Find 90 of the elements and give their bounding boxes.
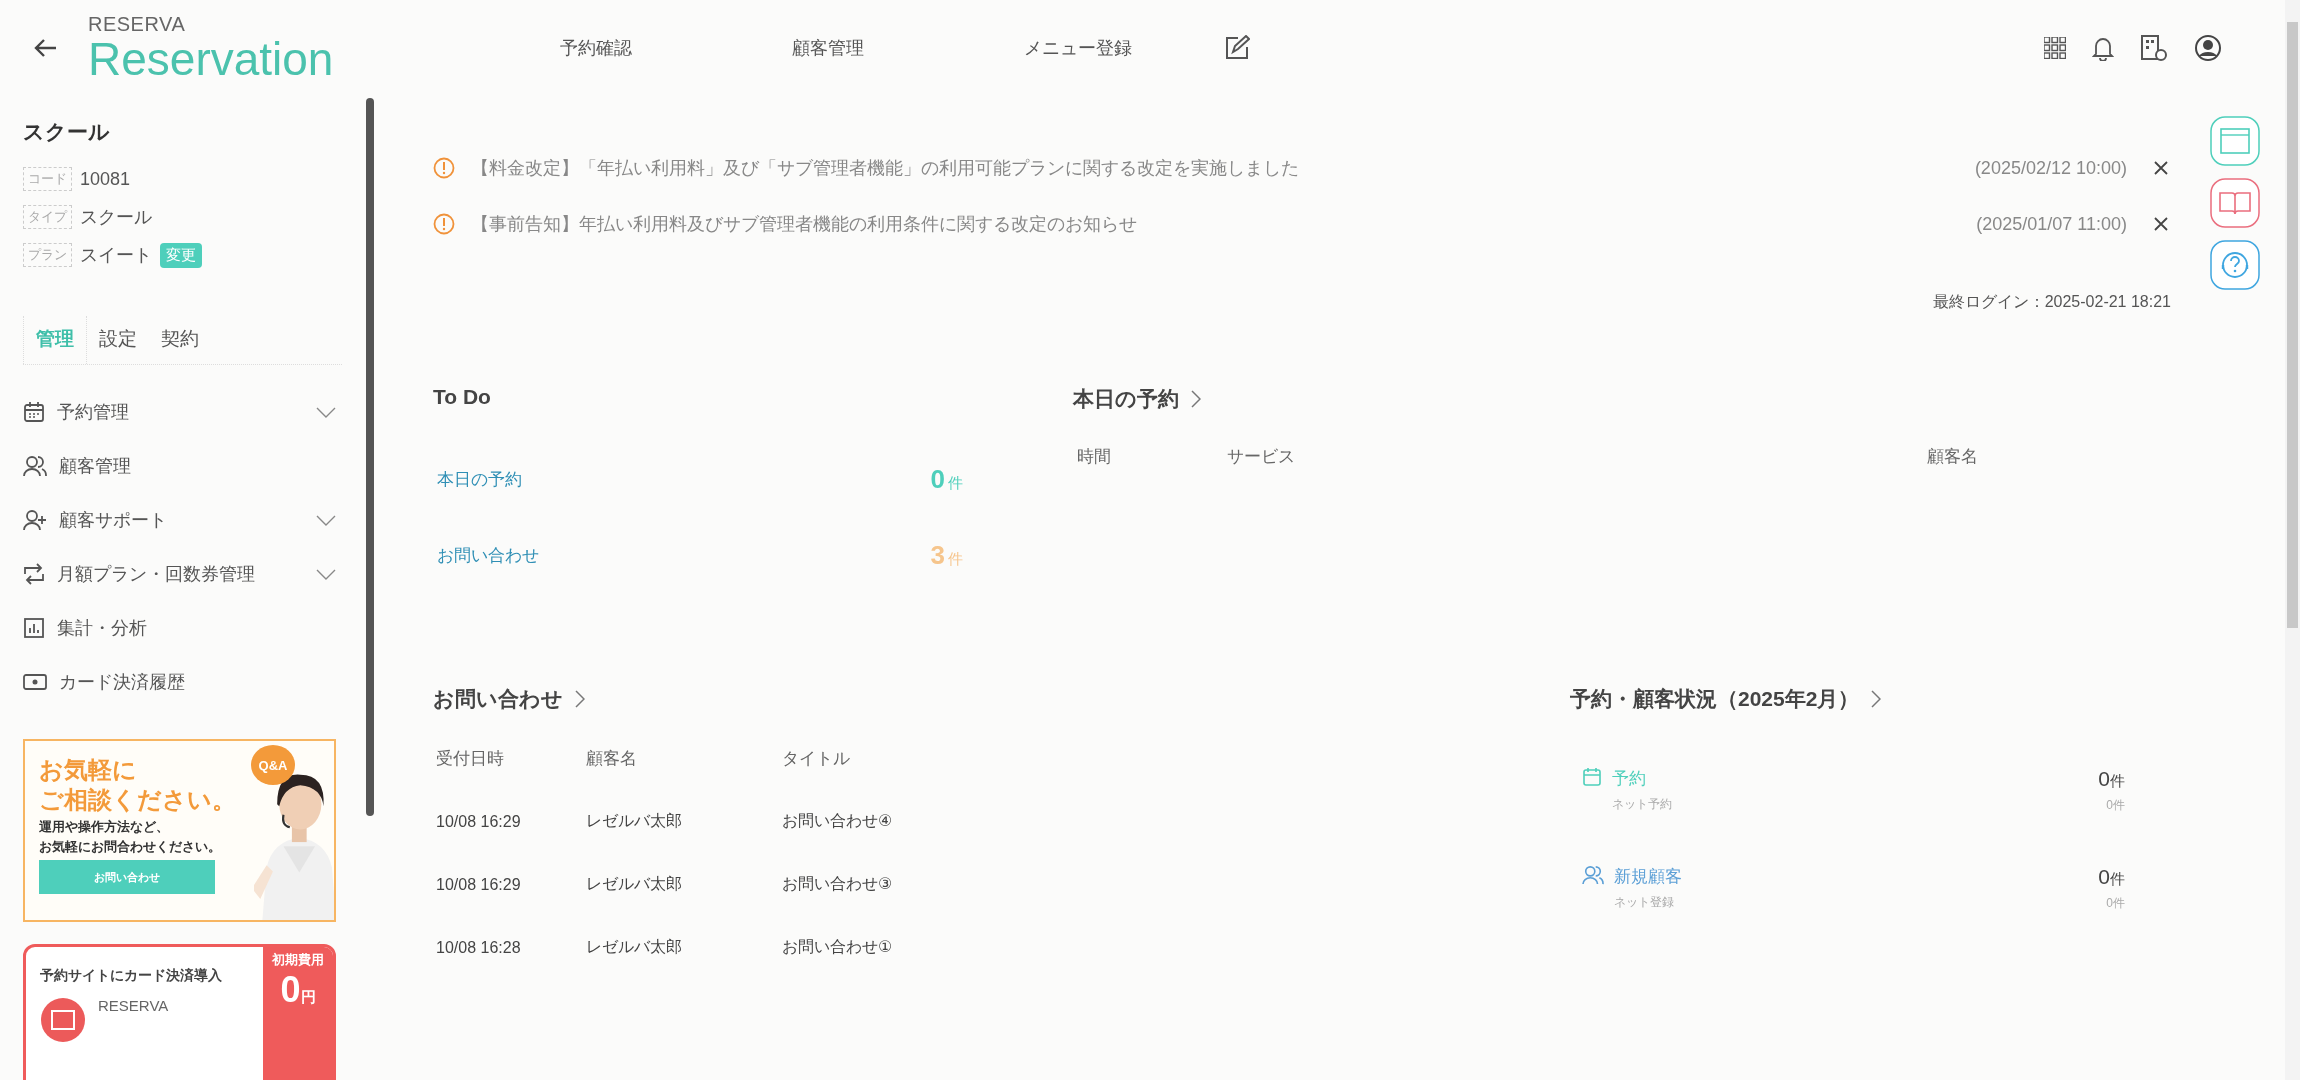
payment-logo-icon (40, 997, 86, 1043)
sidebar-menu-item[interactable]: 予約管理 (57, 400, 129, 424)
status-sublabel: ネット登録 (1614, 894, 1675, 911)
table-cell-text: お問い合わせ③ (782, 874, 894, 894)
building-gear-icon[interactable] (2140, 34, 2168, 62)
todo-count: 0 件 (930, 463, 963, 495)
add-user-icon (23, 509, 47, 531)
status-count: 0件 (2098, 767, 2125, 791)
scrollbar-thumb[interactable] (2287, 22, 2298, 628)
edit-icon[interactable] (1224, 35, 1250, 61)
notice-date: (2025/01/07 11:00) (1976, 213, 2127, 235)
sidebar-tab[interactable]: 契約 (149, 316, 211, 364)
sidebar-menu-item[interactable]: カード決済履歴 (59, 670, 185, 694)
section-title: To Do (433, 385, 492, 409)
table-cell-text: 10/08 16:29 (436, 875, 522, 894)
logo-title: Reservation (88, 36, 334, 82)
warning-icon (433, 213, 455, 235)
calendar-icon (23, 401, 45, 423)
notice-date: (2025/02/12 10:00) (1974, 157, 2127, 179)
column-header: サービス (1227, 446, 1296, 468)
todo-count: 3 件 (930, 539, 963, 571)
field-label: プラン (23, 243, 72, 267)
repeat-icon (23, 563, 45, 585)
section-title[interactable]: お問い合わせ (433, 685, 563, 713)
close-icon[interactable] (2153, 216, 2169, 232)
table-cell-text: 10/08 16:28 (436, 938, 522, 957)
status-subcount: 0件 (2106, 895, 2125, 912)
users-icon (1582, 865, 1604, 885)
section-title[interactable]: 本日の予約 (1073, 385, 1179, 413)
fee-amount: 0円 (280, 969, 316, 1011)
table-cell-text: レゼルバ太郎 (586, 811, 683, 831)
table-cell-text: 10/08 16:29 (436, 812, 522, 831)
calendar-icon (1582, 767, 1602, 787)
field-value: 10081 (80, 168, 131, 190)
section-title[interactable]: 予約・顧客状況（2025年2月） (1570, 685, 1860, 713)
todo-link[interactable]: 本日の予約 (437, 467, 522, 491)
todo-link[interactable]: お問い合わせ (437, 543, 539, 567)
banner-text: 運用や操作方法など、 お気軽にお問合わせください。 (39, 818, 222, 856)
table-cell-text: レゼルバ太郎 (586, 937, 683, 957)
sidebar-menu-item[interactable]: 集計・分析 (57, 616, 147, 640)
column-header: 顧客名 (586, 748, 638, 770)
table-cell-text: お問い合わせ④ (782, 811, 894, 831)
banner-title: お気軽に ご相談ください。 (39, 755, 236, 815)
status-sublabel: ネット予約 (1612, 796, 1672, 813)
warning-icon (433, 157, 455, 179)
sidebar-menu-item[interactable]: 月額プラン・回数券管理 (57, 562, 255, 586)
field-value: スイート (80, 244, 152, 267)
scrollbar-thumb[interactable] (366, 98, 374, 816)
column-header: 時間 (1077, 446, 1112, 468)
help-icon[interactable] (2210, 240, 2260, 290)
back-arrow-icon[interactable] (34, 38, 58, 58)
fee-label: 初期費用 (272, 951, 324, 969)
chevron-right-icon[interactable] (1871, 690, 1882, 708)
sidebar-menu-item[interactable]: 顧客サポート (59, 508, 167, 532)
nav-link[interactable]: メニュー登録 (1024, 36, 1224, 60)
grid-icon[interactable] (2044, 37, 2066, 59)
field-label: コード (23, 167, 72, 191)
close-icon[interactable] (2153, 160, 2169, 176)
status-count: 0件 (2098, 865, 2125, 889)
bell-icon[interactable] (2092, 35, 2114, 61)
logo-subtitle: RESERVA (88, 14, 187, 34)
nav-link[interactable]: 顧客管理 (792, 36, 1024, 60)
bar-chart-icon (23, 617, 45, 639)
nav-link[interactable]: 予約確認 (560, 36, 792, 60)
chevron-down-icon[interactable] (316, 568, 336, 580)
payment-banner[interactable]: 予約サイトにカード決済導入 RESERVA 初期費用 0円 (23, 944, 336, 1080)
field-label: タイプ (23, 205, 72, 229)
notice-link[interactable]: 【料金改定】「年払い利用料」及び「サブ管理者機能」の利用可能プランに関する改定を実施しました (471, 156, 1959, 180)
column-header: 受付日時 (436, 748, 505, 770)
account-name: スクール (23, 119, 111, 145)
status-subcount: 0件 (2106, 797, 2125, 814)
sidebar-tab[interactable]: 設定 (87, 316, 149, 364)
chevron-down-icon[interactable] (316, 406, 336, 418)
brand-name: RESERVA (98, 997, 169, 1014)
users-icon (23, 455, 47, 477)
field-value: スクール (80, 206, 152, 229)
chevron-right-icon[interactable] (1191, 390, 1201, 408)
book-icon[interactable] (2210, 178, 2260, 228)
support-banner[interactable]: お気軽に ご相談ください。 運用や操作方法など、 お気軽にお問合わせください。 お問い合わせ Q&A (23, 739, 336, 922)
table-cell-text: お問い合わせ① (782, 937, 894, 957)
sidebar-menu-item[interactable]: 顧客管理 (59, 454, 131, 478)
banner-title: 予約サイトにカード決済導入 (40, 967, 223, 985)
user-avatar-icon[interactable] (2194, 34, 2222, 62)
table-cell-text: レゼルバ太郎 (586, 874, 683, 894)
chevron-down-icon[interactable] (316, 514, 336, 526)
card-icon (23, 673, 47, 691)
last-login: 最終ログイン：2025-02-21 18:21 (1931, 292, 2171, 312)
column-header: タイトル (782, 748, 851, 770)
column-header: 顧客名 (1927, 446, 1979, 468)
chevron-right-icon[interactable] (575, 690, 585, 708)
